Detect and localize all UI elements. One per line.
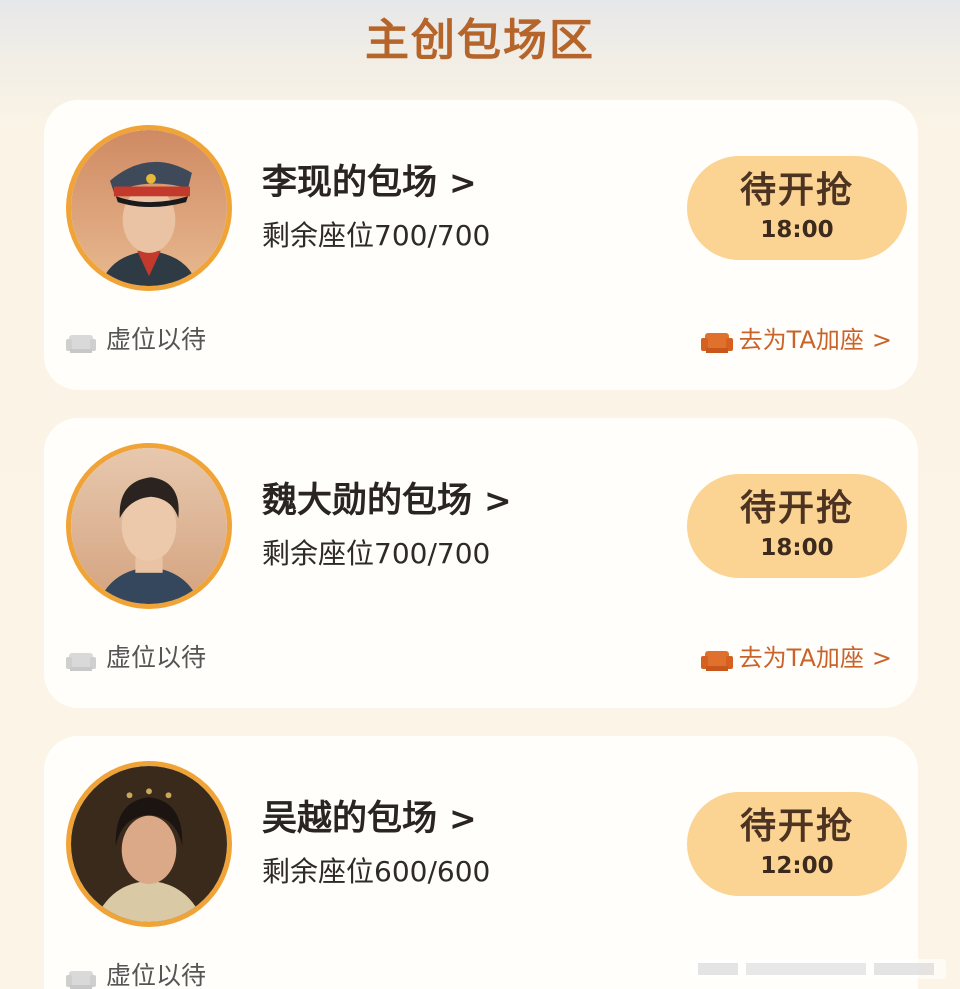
reserve-status: 虚位以待 <box>66 322 206 358</box>
avatar-portrait-young-man <box>71 448 227 604</box>
reserve-status: 虚位以待 <box>66 958 206 989</box>
sofa-icon <box>700 326 733 356</box>
reserve-label: 虚位以待 <box>106 643 207 672</box>
reserve-label: 虚位以待 <box>106 961 207 989</box>
add-seat-link[interactable]: 去为TA加座 > <box>700 640 892 676</box>
avatar-portrait-officer <box>71 130 227 286</box>
screening-title-link[interactable]: 吴越的包场 > <box>262 794 477 844</box>
remaining-seats: 剩余座位600/600 <box>262 855 491 888</box>
grab-button-label: 待开抢 <box>739 170 854 211</box>
screening-card-1: 李现的包场 > 剩余座位700/700 待开抢 18:00 虚位以待 去为TA加座… <box>44 100 918 390</box>
reserve-label: 虚位以待 <box>106 325 207 354</box>
grab-button[interactable]: 待开抢 12:00 <box>687 792 907 896</box>
grab-button[interactable]: 待开抢 18:00 <box>687 474 907 578</box>
avatar[interactable] <box>66 761 232 927</box>
grab-button-label: 待开抢 <box>739 806 854 847</box>
screening-title-link[interactable]: 魏大勋的包场 > <box>262 476 512 526</box>
grab-time: 12:00 <box>760 853 834 879</box>
grab-time: 18:00 <box>760 217 834 243</box>
screening-title: 吴越的包场 <box>262 799 438 839</box>
remaining-seats: 剩余座位700/700 <box>262 537 491 570</box>
avatar[interactable] <box>66 443 232 609</box>
chevron-right-icon: > <box>449 799 477 838</box>
screening-card-3: 吴越的包场 > 剩余座位600/600 待开抢 12:00 虚位以待 <box>44 736 918 989</box>
sofa-icon <box>66 645 96 673</box>
add-seat-label: 去为TA加座 <box>738 644 864 672</box>
avatar-portrait-woman <box>71 766 227 922</box>
sofa-icon <box>66 327 96 355</box>
remaining-seats: 剩余座位700/700 <box>262 219 491 252</box>
add-seat-link[interactable]: 去为TA加座 > <box>700 322 892 358</box>
chevron-right-icon: > <box>484 481 512 520</box>
screening-card-2: 魏大勋的包场 > 剩余座位700/700 待开抢 18:00 虚位以待 去为TA加… <box>44 418 918 708</box>
add-seat-label: 去为TA加座 <box>738 326 864 354</box>
section-title: 主创包场区 <box>365 15 595 66</box>
avatar[interactable] <box>66 125 232 291</box>
sofa-icon <box>66 963 96 989</box>
chevron-right-icon: > <box>449 163 477 202</box>
grab-button[interactable]: 待开抢 18:00 <box>687 156 907 260</box>
sofa-icon <box>700 644 733 674</box>
grab-button-label: 待开抢 <box>739 488 854 529</box>
watermark-overlay <box>690 955 946 983</box>
reserve-status: 虚位以待 <box>66 640 206 676</box>
screening-title: 魏大勋的包场 <box>262 481 473 521</box>
chevron-right-icon: > <box>871 326 892 354</box>
chevron-right-icon: > <box>871 644 892 672</box>
screening-title-link[interactable]: 李现的包场 > <box>262 158 477 208</box>
grab-time: 18:00 <box>760 535 834 561</box>
screening-title: 李现的包场 <box>262 163 438 203</box>
